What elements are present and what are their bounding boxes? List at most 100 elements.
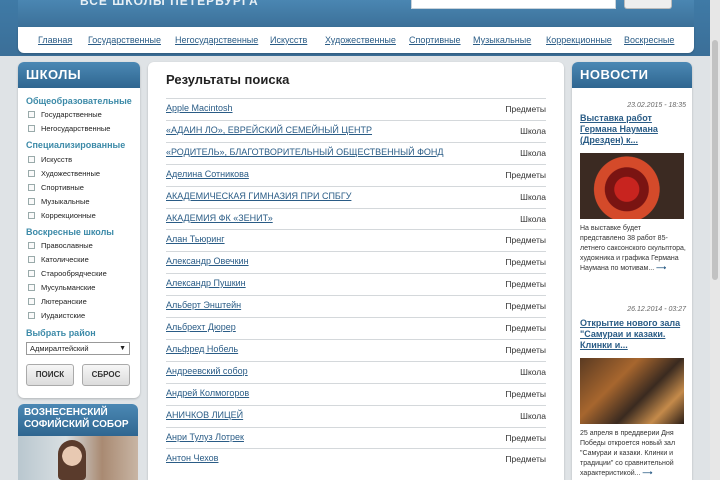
news-excerpt: 25 апреля в преддверии Дня Победы открое… <box>580 430 676 477</box>
result-link[interactable]: Александр Овечкин <box>166 256 249 266</box>
more-arrow-icon[interactable]: ⟶ <box>656 265 666 272</box>
result-type: Школа <box>520 192 546 202</box>
district-label: Выбрать район <box>26 328 96 338</box>
result-link[interactable]: Альбрехт Дюрер <box>166 322 236 332</box>
result-link[interactable]: Аделина Сотникова <box>166 169 249 179</box>
checkbox[interactable] <box>28 298 35 305</box>
nav-private[interactable]: Негосударственные <box>175 35 258 45</box>
row-divider <box>166 164 546 165</box>
search-button[interactable]: ПОИСК <box>26 364 74 386</box>
news-link[interactable]: Выставка работ Германа Наумана (Дрезден)… <box>580 113 688 146</box>
news-image[interactable] <box>580 153 684 219</box>
checkbox[interactable] <box>28 156 35 163</box>
row-divider <box>166 98 546 99</box>
row-divider <box>166 186 546 187</box>
result-type: Предметы <box>505 170 546 180</box>
site-tagline: ВСЕ ШКОЛЫ ПЕТЕРБУРГА <box>80 0 259 8</box>
row-divider <box>166 317 546 318</box>
result-type: Предметы <box>505 323 546 333</box>
checkbox[interactable] <box>28 198 35 205</box>
filter-old-believers[interactable]: Старообрядческие <box>28 269 107 278</box>
scrollbar-thumb[interactable] <box>712 40 718 280</box>
row-divider <box>166 120 546 121</box>
filter-muslim[interactable]: Мусульманские <box>28 283 95 292</box>
checkbox[interactable] <box>28 312 35 319</box>
result-link[interactable]: АКАДЕМИЧЕСКАЯ ГИМНАЗИЯ ПРИ СПБГУ <box>166 191 351 201</box>
result-link[interactable]: Алан Тьюринг <box>166 234 225 244</box>
nav-home[interactable]: Главная <box>38 35 72 45</box>
result-link[interactable]: Анри Тулуз Лотрек <box>166 432 244 442</box>
filter-private[interactable]: Негосударственные <box>28 124 110 133</box>
filter-music[interactable]: Музыкальные <box>28 197 90 206</box>
nav-sports[interactable]: Спортивные <box>409 35 461 45</box>
checkbox[interactable] <box>28 270 35 277</box>
promo-image[interactable] <box>18 436 138 480</box>
result-type: Школа <box>520 148 546 158</box>
result-link[interactable]: Альфред Нобель <box>166 344 238 354</box>
result-link[interactable]: Альберт Энштейн <box>166 300 241 310</box>
result-link[interactable]: Александр Пушкин <box>166 278 246 288</box>
news-link[interactable]: Открытие нового зала "Самураи и казаки. … <box>580 318 688 351</box>
filter-art-schools[interactable]: Художественные <box>28 169 100 178</box>
checkbox[interactable] <box>28 170 35 177</box>
filter-catholic[interactable]: Католические <box>28 255 89 264</box>
result-link[interactable]: АКАДЕМИЯ ФК «ЗЕНИТ» <box>166 213 273 223</box>
search-results: Результаты поиска Apple Macintosh Предмет… <box>148 62 564 480</box>
result-link[interactable]: Андрей Колмогоров <box>166 388 249 398</box>
news-sidebar: НОВОСТИ 23.02.2015 - 18:35 Выставка рабо… <box>572 62 692 480</box>
filter-state[interactable]: Государственные <box>28 110 102 119</box>
result-link[interactable]: Apple Macintosh <box>166 103 233 113</box>
schools-sidebar: ШКОЛЫ Общеобразовательные Государственны… <box>18 62 140 398</box>
result-link[interactable]: АНИЧКОВ ЛИЦЕЙ <box>166 410 243 420</box>
nav-art-schools[interactable]: Художественные <box>325 35 396 45</box>
result-link[interactable]: «РОДИТЕЛЬ», БЛАГОТВОРИТЕЛЬНЫЙ ОБЩЕСТВЕНН… <box>166 147 444 157</box>
filter-orthodox[interactable]: Православные <box>28 241 93 250</box>
result-type: Предметы <box>505 389 546 399</box>
nav-music[interactable]: Музыкальные <box>473 35 531 45</box>
row-divider <box>166 383 546 384</box>
filter-correctional[interactable]: Коррекционные <box>28 211 96 220</box>
promo-title[interactable]: ВОЗНЕСЕНСКИЙ СОФИЙСКИЙ СОБОР <box>18 404 138 436</box>
row-divider <box>166 427 546 428</box>
nav-arts[interactable]: Искусств <box>270 35 307 45</box>
filter-lutheran[interactable]: Лютеранские <box>28 297 87 306</box>
news-title: НОВОСТИ <box>572 62 692 88</box>
checkbox[interactable] <box>28 242 35 249</box>
filter-sports[interactable]: Спортивные <box>28 183 84 192</box>
checkbox[interactable] <box>28 212 35 219</box>
checkbox[interactable] <box>28 184 35 191</box>
site-search-button[interactable] <box>624 0 672 9</box>
result-link[interactable]: Антон Чехов <box>166 453 218 463</box>
chevron-down-icon: ▼ <box>119 345 126 352</box>
checkbox[interactable] <box>28 256 35 263</box>
filter-judaic[interactable]: Иудаистские <box>28 311 85 320</box>
more-arrow-icon[interactable]: ⟶ <box>642 470 652 477</box>
news-excerpt: На выставке будет представлено 38 работ … <box>580 225 686 272</box>
result-type: Школа <box>520 411 546 421</box>
nav-sunday[interactable]: Воскресные <box>624 35 674 45</box>
result-type: Школа <box>520 214 546 224</box>
result-type: Предметы <box>505 235 546 245</box>
reset-button[interactable]: СБРОС <box>82 364 130 386</box>
person-photo <box>58 440 86 480</box>
row-divider <box>166 273 546 274</box>
result-type: Предметы <box>505 257 546 267</box>
news-image[interactable] <box>580 358 684 424</box>
checkbox[interactable] <box>28 125 35 132</box>
district-select[interactable]: Адмиралтейский ▼ <box>26 342 130 355</box>
row-divider <box>166 229 546 230</box>
row-divider <box>166 448 546 449</box>
nav-state[interactable]: Государственные <box>88 35 161 45</box>
checkbox[interactable] <box>28 284 35 291</box>
result-type: Предметы <box>505 279 546 289</box>
promo-block[interactable]: ВОЗНЕСЕНСКИЙ СОФИЙСКИЙ СОБОР <box>18 404 138 480</box>
nav-correctional[interactable]: Коррекционные <box>546 35 612 45</box>
page-scrollbar[interactable] <box>710 0 720 480</box>
checkbox[interactable] <box>28 111 35 118</box>
filter-arts[interactable]: Искусств <box>28 155 72 164</box>
result-link[interactable]: «АДАИН ЛО», ЕВРЕЙСКИЙ СЕМЕЙНЫЙ ЦЕНТР <box>166 125 372 135</box>
site-search-input[interactable] <box>411 0 616 9</box>
news-date: 23.02.2015 - 18:35 <box>627 102 686 109</box>
result-type: Предметы <box>505 301 546 311</box>
result-link[interactable]: Андреевский собор <box>166 366 248 376</box>
